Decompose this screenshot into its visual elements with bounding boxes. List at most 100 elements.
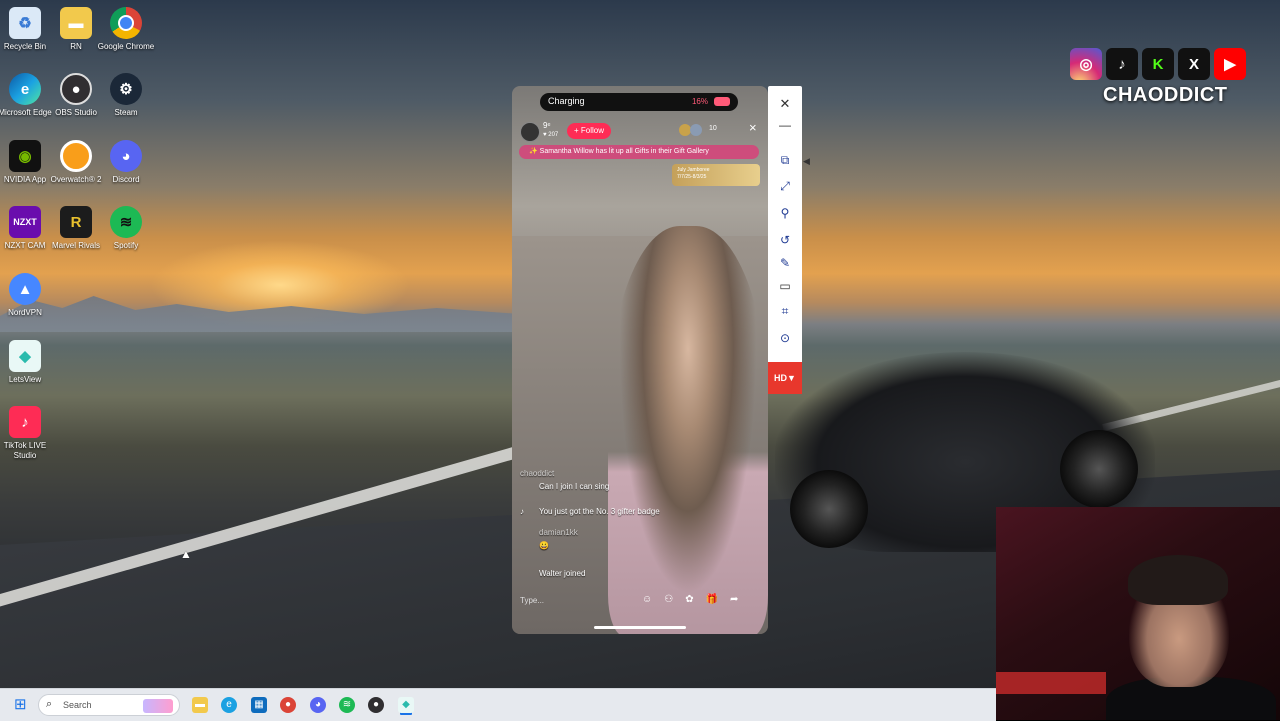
desktop-icon-label: TikTok LIVE Studio [3,441,47,460]
whiteboard-icon[interactable]: ▭ [768,279,802,293]
desktop-icon-steam[interactable]: ⚙ Steam [96,73,156,118]
desktop-icon-label: Steam [114,108,138,117]
event-badge[interactable]: July Jamboree 7/7/25-8/3/25 [672,164,760,186]
comment-input[interactable]: Type... [520,596,544,605]
taskbar-search[interactable]: ⌕ Search [38,694,180,716]
obs-icon[interactable]: ● [368,697,384,713]
gift-gallery-banner[interactable]: ✨ Samantha Willow has lit up all Gifts i… [519,145,759,159]
event-dates: 7/7/25-8/3/25 [677,174,707,180]
nordvpn-icon: ▲ [9,273,41,305]
wallpaper-car-wheel [790,470,868,548]
steam-icon: ⚙ [110,73,142,105]
desktop-icon-label: LetsView [8,375,42,384]
folder-icon: ▬ [60,7,92,39]
discord-icon: ◕ [110,140,142,172]
desktop-icon-discord[interactable]: ◕ Discord [96,140,156,185]
mirror-toolbar: ✕ — ⧉ ⤢ ⚲ ↺ ✎ ▭ ⌗ ⊙ [768,86,802,394]
taskbar: ⊞ ⌕ Search ▬ e ▦ ● ◕ ≋ ● ◆ [0,688,996,721]
letsview-icon[interactable]: ◆ [398,697,414,713]
recycle-bin-icon: ♻ [9,7,41,39]
host-avatar[interactable] [520,122,540,142]
marvel-rivals-icon: R [60,206,92,238]
chrome-icon [110,7,142,39]
wallpaper-car-wheel [1060,430,1138,508]
phone-mirror-window[interactable]: Charging 16% 9ᵉ ♥ 207 + Follow 10 × ✨ Sa… [512,86,768,634]
chat-message: 😀 [539,541,549,550]
chat-message: You just got the No. 3 gifter badge [539,507,660,516]
crop-icon[interactable]: ⌗ [768,304,802,319]
social-links: ◎ ♪ K X ▶ [1070,48,1246,80]
emoji-icon[interactable]: ☺ [642,594,652,605]
viewer-avatars[interactable] [678,123,704,137]
edge-icon: e [9,73,41,105]
minimize-icon[interactable]: — [768,118,802,132]
instagram-icon: ◎ [1070,48,1102,80]
follow-button[interactable]: + Follow [567,123,612,139]
desktop-icon-chrome[interactable]: Google Chrome [96,7,156,52]
desktop-icon-label: Spotify [113,241,139,250]
live-actions: ☺ ⚇ ✿ 🎁 ➦ [642,594,738,605]
tiktok-icon: ♪ [520,507,524,516]
desktop-icon-letsview[interactable]: ◆ LetsView [0,340,55,385]
home-indicator[interactable] [594,626,686,629]
search-placeholder: Search [63,700,92,710]
letsview-icon: ◆ [9,340,41,372]
viewer-count[interactable]: 10 [709,125,717,132]
charging-label: Charging [548,96,585,106]
chat-username: damian1kk [539,528,578,537]
quality-button[interactable]: HD▼ [768,362,802,394]
guests-icon[interactable]: ⚇ [664,594,673,605]
close-icon[interactable]: ✕ [768,96,802,112]
store-icon[interactable]: ▦ [251,697,267,713]
overwatch-icon [60,140,92,172]
pen-icon[interactable]: ✎ [768,256,802,270]
desktop-icon-spotify[interactable]: ≋ Spotify [96,206,156,251]
desktop-icon-label: Discord [112,175,140,184]
spotify-icon: ≋ [110,206,142,238]
spotify-icon[interactable]: ≋ [339,697,355,713]
chrome-icon[interactable]: ● [280,697,296,713]
webcam-person-hair [1128,555,1228,605]
battery-percent: 16% [691,97,708,106]
webcam-overlay [996,507,1280,720]
desktop-icon-label: NordVPN [8,308,42,317]
phone-status-bar: Charging 16% [540,93,738,111]
battery-icon [714,97,730,106]
pin-icon[interactable]: ⚲ [768,206,802,220]
host-name[interactable]: 9ᵉ [543,121,550,130]
chat-username: chaoddict [520,469,555,478]
search-highlight-image [143,699,173,713]
desktop-icon-nordvpn[interactable]: ▲ NordVPN [0,273,55,318]
nvidia-icon: ◉ [9,140,41,172]
streamer-name: CHAODDICT [1103,84,1228,106]
chat-message: Walter joined [539,569,586,578]
file-explorer-icon[interactable]: ▬ [192,697,208,713]
fullscreen-icon[interactable]: ⤢ [768,179,802,194]
edge-icon[interactable]: e [221,697,237,713]
stream-video [608,226,768,634]
chat-message: Can I join I can sing [539,482,610,491]
rotate-icon[interactable]: ↺ [768,233,802,247]
nzxt-icon: NZXT [9,206,41,238]
kick-icon: K [1142,48,1174,80]
youtube-icon: ▶ [1214,48,1246,80]
x-icon: X [1178,48,1210,80]
desktop-icon-label: Google Chrome [97,42,155,51]
record-icon[interactable]: ⊙ [768,331,802,345]
led-light [996,672,1106,694]
mouse-cursor-icon: ▲ [180,547,192,561]
host-likes: ♥ 207 [543,132,559,138]
gift-icon[interactable]: 🎁 [706,594,718,605]
pip-icon[interactable]: ⧉ [768,153,802,168]
tiktok-live-icon: ♪ [9,406,41,438]
close-icon[interactable]: × [749,120,757,135]
collapse-toolbar-icon[interactable]: ◀ [803,156,810,167]
discord-icon[interactable]: ◕ [310,697,326,713]
rose-icon[interactable]: ✿ [685,594,693,605]
tiktok-icon: ♪ [1106,48,1138,80]
obs-icon: ● [60,73,92,105]
desktop-icon-tiktok-live[interactable]: ♪ TikTok LIVE Studio [0,406,55,461]
windows-start-icon[interactable]: ⊞ [14,697,28,712]
share-icon[interactable]: ➦ [730,594,738,605]
event-title: July Jamboree [677,167,710,173]
